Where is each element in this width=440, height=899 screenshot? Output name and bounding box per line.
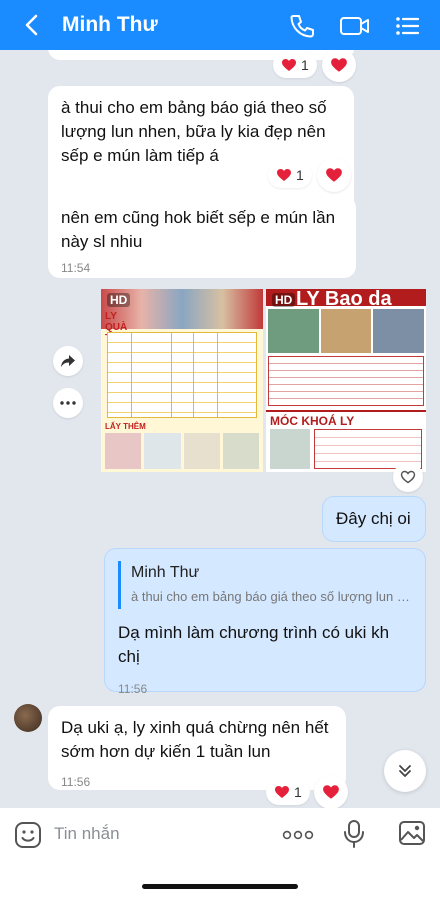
heart-icon [331, 58, 347, 72]
quoted-message[interactable]: Minh Thư à thui cho em bảng báo giá theo… [118, 561, 412, 609]
quoted-sender: Minh Thư [131, 564, 200, 581]
heart-icon [277, 169, 291, 181]
video-call-icon[interactable] [339, 12, 371, 40]
heart-outline-icon [400, 470, 416, 484]
message-text: Dạ uki ạ, ly xinh quá chừng nên hết sớm … [61, 718, 329, 761]
more-options-button[interactable] [53, 388, 83, 418]
heart-icon [326, 168, 342, 182]
message-text: Đây chị oi [336, 509, 411, 528]
reaction-badge[interactable]: 1 [273, 52, 317, 78]
share-arrow-icon [61, 355, 75, 367]
react-heart-button[interactable] [322, 50, 356, 82]
message-text: Dạ mình làm chương trình có uki kh chị [118, 623, 390, 666]
menu-list-icon[interactable] [393, 12, 421, 40]
message-time: 11:56 [118, 682, 148, 696]
phone-icon[interactable] [288, 12, 316, 40]
message-text: nên em cũng hok biết sếp e mún lần này s… [61, 208, 336, 251]
hd-badge: HD [107, 293, 131, 307]
heart-icon [323, 785, 339, 799]
message-text: à thui cho em bảng báo giá theo số lượng… [61, 98, 327, 165]
reaction-badge[interactable]: 1 [268, 162, 312, 188]
chat-header: Minh Thư [0, 0, 440, 50]
image-footer: MÓC KHOÁ LY [270, 414, 355, 428]
image-footer: LẤY THÊM [105, 422, 146, 431]
heart-icon [275, 786, 289, 798]
chat-area[interactable]: 1 à thui cho em bảng báo giá theo số lượ… [0, 50, 440, 808]
heart-icon [282, 59, 296, 71]
message-bubble[interactable]: nên em cũng hok biết sếp e mún lần này s… [48, 196, 356, 278]
more-dots-icon [60, 401, 76, 405]
reaction-badge[interactable]: 1 [266, 779, 310, 805]
image-attachment[interactable]: HD LY Bao da MÓC KHOÁ LY [266, 289, 426, 472]
contact-name[interactable]: Minh Thư [62, 13, 158, 37]
reaction-count: 1 [301, 57, 309, 73]
hd-badge: HD [272, 293, 296, 307]
scroll-to-bottom-button[interactable] [384, 750, 426, 792]
photo-gallery-icon[interactable] [398, 820, 426, 846]
image-attachment[interactable]: HD LY QUÀ TẶNG LẤY THÊM [101, 289, 263, 472]
avatar[interactable] [14, 704, 42, 732]
voice-mic-icon[interactable] [341, 819, 367, 849]
react-heart-button[interactable] [317, 158, 351, 192]
back-chevron-icon[interactable] [20, 12, 46, 38]
quoted-text: à thui cho em bảng báo giá theo số lượng… [131, 589, 412, 604]
own-reply-bubble[interactable]: Minh Thư à thui cho em bảng báo giá theo… [104, 548, 426, 696]
home-indicator [142, 884, 298, 889]
react-heart-button[interactable] [314, 775, 348, 808]
more-dots-icon[interactable] [282, 830, 314, 840]
message-bubble[interactable]: Dạ uki ạ, ly xinh quá chừng nên hết sớm … [48, 706, 346, 790]
sticker-icon[interactable] [14, 821, 42, 849]
reaction-count: 1 [294, 784, 302, 800]
image-title: LY Bao da [296, 289, 392, 310]
react-button[interactable] [393, 462, 423, 492]
reaction-count: 1 [296, 167, 304, 183]
own-message-bubble[interactable]: Đây chị oi [322, 496, 426, 542]
forward-button[interactable] [53, 346, 83, 376]
double-chevron-down-icon [399, 765, 411, 777]
message-input[interactable]: Tin nhắn [54, 824, 120, 844]
message-time: 11:54 [61, 261, 91, 275]
